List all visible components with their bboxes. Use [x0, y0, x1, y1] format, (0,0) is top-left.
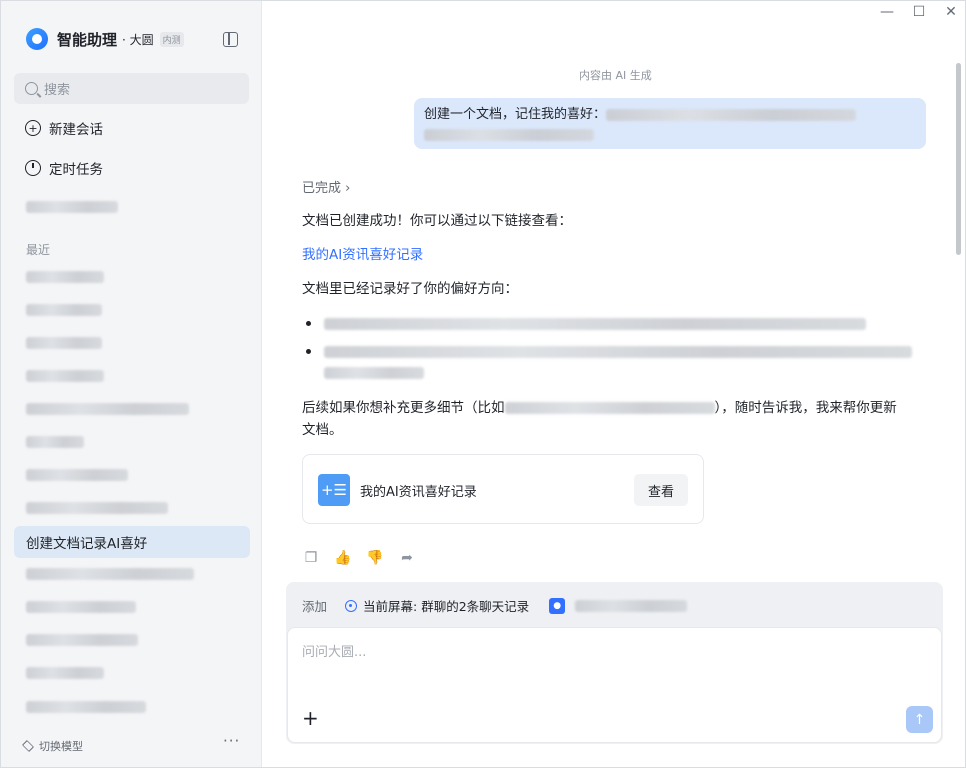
clock-icon — [25, 160, 41, 176]
sidebar-item-new-chat[interactable]: + 新建会话 — [25, 117, 103, 139]
redacted-text — [504, 402, 715, 414]
reply-text: ），随时告诉我，我来帮你更新 — [714, 400, 897, 416]
thumbs-down-icon[interactable]: 👎 — [366, 549, 384, 567]
app-window: 智能助理 · 大圆 内测 搜索 + 新建会话 定时任务 最近 创建文档记录AI喜… — [0, 0, 966, 768]
search-icon — [25, 82, 38, 95]
sidebar: 智能助理 · 大圆 内测 搜索 + 新建会话 定时任务 最近 创建文档记录AI喜… — [1, 1, 262, 767]
minimize-icon[interactable]: — — [878, 4, 896, 20]
list-item[interactable] — [26, 271, 104, 283]
list-item[interactable] — [26, 469, 128, 481]
sidebar-item-scheduled-tasks[interactable]: 定时任务 — [25, 157, 103, 179]
list-item[interactable] — [26, 403, 189, 415]
brand-sub: · 大圆 — [122, 32, 154, 47]
ai-generated-note: 内容由 AI 生成 — [579, 69, 652, 82]
list-item[interactable] — [26, 370, 104, 382]
message-actions: ❐ 👍 👎 ➦ — [302, 549, 416, 567]
context-row: 添加 当前屏幕: 群聊的2条聊天记录 ● — [302, 596, 688, 615]
sidebar-item-active[interactable]: 创建文档记录AI喜好 — [14, 526, 250, 558]
input-box: + ↑ — [287, 627, 942, 743]
redacted-text — [324, 346, 912, 358]
send-button[interactable]: ↑ — [906, 706, 933, 733]
list-item[interactable] — [26, 601, 136, 613]
add-chat-icon: + — [25, 120, 41, 136]
share-icon[interactable]: ➦ — [398, 549, 416, 567]
target-icon — [345, 599, 358, 612]
sidebar-toggle-icon[interactable] — [223, 32, 238, 47]
search-box[interactable]: 搜索 — [14, 73, 249, 104]
list-item[interactable] — [26, 304, 102, 316]
thumbs-up-icon[interactable]: 👍 — [334, 549, 352, 567]
list-item[interactable] — [26, 667, 104, 679]
list-item[interactable] — [26, 337, 102, 349]
redacted-item[interactable] — [26, 201, 118, 213]
plus-icon[interactable]: + — [302, 708, 319, 728]
recent-section-label: 最近 — [26, 243, 51, 257]
list-item[interactable] — [26, 634, 138, 646]
close-icon[interactable]: ✕ — [942, 4, 960, 20]
bullet — [306, 349, 311, 354]
beta-badge: 内测 — [159, 31, 184, 47]
done-toggle[interactable]: 已完成 › — [302, 177, 350, 196]
logo-icon — [26, 28, 48, 50]
scrollbar[interactable] — [956, 63, 961, 255]
redacted-text — [324, 318, 866, 330]
layers-icon — [21, 739, 35, 753]
view-button[interactable]: 查看 — [634, 474, 688, 506]
doc-card[interactable]: +☰ 我的AI资讯喜好记录 查看 — [302, 454, 704, 524]
list-item[interactable] — [26, 436, 84, 448]
redacted-text — [424, 128, 594, 141]
group-icon: ● — [549, 597, 566, 614]
list-item[interactable] — [26, 701, 146, 713]
reply-line: 后续如果你想补充更多细节（比如 ），随时告诉我，我来帮你更新 文档。 — [302, 397, 932, 441]
user-message-text: 创建一个文档，记住我的喜好： — [424, 107, 607, 122]
chat-input[interactable] — [302, 640, 862, 664]
screen-context[interactable]: 当前屏幕: 群聊的2条聊天记录 — [363, 596, 529, 615]
doc-card-title: 我的AI资讯喜好记录 — [360, 485, 477, 500]
composer: 添加 当前屏幕: 群聊的2条聊天记录 ● + ↑ — [286, 582, 943, 744]
chat-main: — ☐ ✕ 内容由 AI 生成 创建一个文档，记住我的喜好： 已完成 › 文档已… — [262, 1, 965, 767]
sidebar-item-label: 定时任务 — [49, 162, 103, 178]
more-icon[interactable]: ··· — [223, 732, 240, 750]
redacted-text — [324, 367, 424, 379]
brand: 智能助理 · 大圆 内测 — [26, 27, 184, 51]
model-switch-label: 切换模型 — [39, 740, 83, 753]
add-context-button[interactable]: 添加 — [302, 596, 327, 615]
search-placeholder: 搜索 — [44, 83, 71, 98]
list-item[interactable] — [26, 502, 168, 514]
model-switch-button[interactable]: 切换模型 — [21, 738, 83, 754]
reply-text: 后续如果你想补充更多细节（比如 — [302, 400, 505, 416]
doc-icon: +☰ — [318, 474, 350, 506]
maximize-icon[interactable]: ☐ — [910, 4, 928, 20]
copy-icon[interactable]: ❐ — [302, 549, 320, 567]
user-message: 创建一个文档，记住我的喜好： — [414, 98, 926, 149]
redacted-text[interactable] — [575, 599, 688, 612]
brand-name: 智能助理 — [57, 30, 118, 49]
doc-link[interactable]: 我的AI资讯喜好记录 — [302, 244, 423, 266]
reply-line: 文档里已经记录好了你的偏好方向： — [302, 281, 518, 297]
sidebar-item-label: 新建会话 — [49, 122, 103, 138]
bullet — [306, 321, 311, 326]
reply-text: 文档。 — [302, 422, 343, 438]
list-item[interactable] — [26, 568, 194, 580]
redacted-text — [606, 108, 857, 121]
reply-line: 文档已创建成功！你可以通过以下链接查看： — [302, 213, 572, 229]
